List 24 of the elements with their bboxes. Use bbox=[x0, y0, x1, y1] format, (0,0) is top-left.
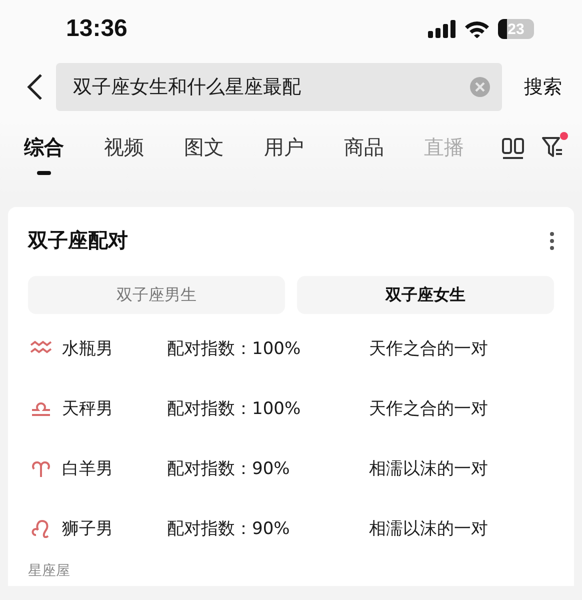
match-comment: 天作之合的一对 bbox=[369, 338, 488, 360]
sign-name: 白羊男 bbox=[62, 458, 114, 480]
match-comment: 相濡以沫的一对 bbox=[369, 518, 488, 540]
category-tab[interactable]: 图文 bbox=[184, 134, 224, 175]
match-score: 配对指数：100% bbox=[167, 398, 302, 420]
segment-tab[interactable]: 双子座男生 bbox=[28, 276, 285, 314]
search-button[interactable]: 搜索 bbox=[512, 74, 562, 100]
match-score: 配对指数：100% bbox=[167, 338, 302, 360]
match-comment: 天作之合的一对 bbox=[369, 398, 488, 420]
category-tab[interactable]: 综合 bbox=[24, 134, 64, 175]
source-label: 星座屋 bbox=[28, 562, 71, 580]
search-field[interactable]: 双子座女生和什么星座最配 bbox=[56, 63, 502, 111]
clock-time: 13:36 bbox=[66, 15, 128, 43]
match-score: 配对指数：90% bbox=[167, 458, 291, 480]
category-tab[interactable]: 商品 bbox=[344, 134, 384, 175]
sign-name: 狮子男 bbox=[62, 518, 114, 540]
sign-name: 水瓶男 bbox=[62, 338, 114, 360]
card-title: 双子座配对 bbox=[28, 227, 128, 254]
category-tab[interactable]: 用户 bbox=[264, 134, 304, 175]
segment-tab[interactable]: 双子座女生 bbox=[297, 276, 554, 314]
match-score: 配对指数：90% bbox=[167, 518, 291, 540]
match-comment: 相濡以沫的一对 bbox=[369, 458, 488, 480]
category-tab[interactable]: 视频 bbox=[104, 134, 144, 175]
sign-name: 天秤男 bbox=[62, 398, 114, 420]
